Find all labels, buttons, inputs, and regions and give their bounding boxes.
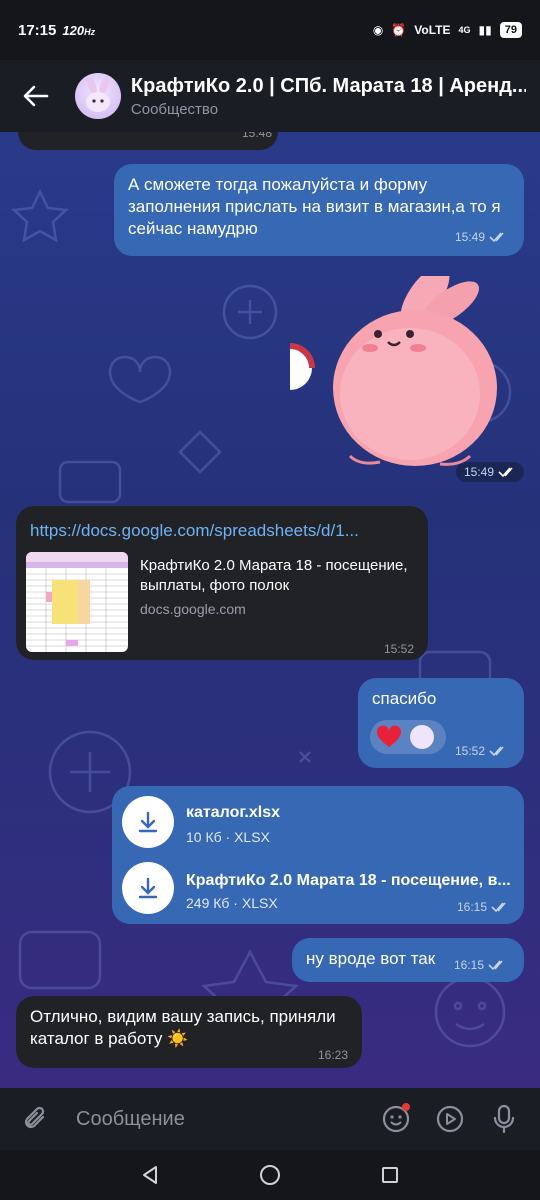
message-meta: 16:15 (454, 958, 506, 972)
message-time: 15:48 (242, 132, 273, 140)
message-meta: 15:52 (455, 744, 507, 758)
chat-subtitle: Сообщество (130, 100, 219, 118)
message-input[interactable]: Сообщение (76, 1108, 358, 1131)
message-text: А сможете тогда пожалуйста и форму запол… (128, 175, 501, 238)
nav-recents-icon[interactable] (380, 1165, 400, 1185)
message-time: 15:49 (455, 230, 486, 244)
message-text: спасибо (372, 689, 437, 708)
signal-icon: ▮▮ (478, 23, 492, 37)
back-arrow-icon[interactable] (14, 74, 57, 118)
hotspot-icon: ◉ (372, 23, 384, 37)
message-time: 16:15 (457, 900, 488, 914)
microphone-icon[interactable] (488, 1103, 520, 1135)
message-meta: 15:49 (456, 462, 525, 482)
reactor-avatar (410, 725, 434, 749)
heart-icon (376, 725, 402, 747)
download-icon[interactable] (122, 862, 174, 914)
message-time: 15:52 (455, 744, 486, 758)
message-time: 16:23 (318, 1048, 349, 1062)
refresh-rate: 120Hz (62, 22, 96, 38)
message-input-bar: Сообщение (0, 1088, 540, 1150)
message-link[interactable]: https://docs.google.com/spreadsheets/d/1… (30, 520, 410, 542)
status-bar: 17:15 120Hz ◉ ⏰ VoLTE 4G ▮▮ 79 (0, 0, 540, 60)
preview-title: КрафтиКо 2.0 Марата 18 - посещение, выпл… (140, 557, 408, 594)
status-time: 17:15 (18, 21, 57, 39)
avatar[interactable] (75, 73, 121, 119)
message-meta: 16:15 (457, 900, 509, 914)
message-text: ну вроде вот так (306, 949, 436, 968)
message-time: 15:52 (384, 642, 415, 656)
system-nav-bar (0, 1150, 540, 1200)
read-checks-icon (498, 467, 513, 478)
read-checks-icon (489, 746, 504, 757)
link-preview-bubble[interactable]: https://docs.google.com/spreadsheets/d/1… (16, 506, 428, 660)
message-time: 15:49 (464, 465, 495, 479)
notification-dot (402, 1103, 410, 1111)
file-size: 249 Кб · XLSX (186, 895, 278, 911)
file-name[interactable]: каталог.xlsx (186, 802, 280, 824)
chat-title[interactable]: КрафтиКо 2.0 | СПб. Марата 18 | Аренд... (131, 75, 526, 98)
read-checks-icon (489, 232, 504, 243)
spreadsheet-thumbnail[interactable] (26, 552, 128, 652)
download-icon[interactable] (122, 796, 174, 848)
message-text: Отлично, видим вашу запись, приняли ката… (30, 1007, 336, 1048)
gif-play-icon[interactable] (434, 1103, 466, 1135)
message-time: 16:15 (454, 958, 485, 972)
sticker-icon[interactable] (380, 1103, 412, 1135)
attach-icon[interactable] (20, 1103, 52, 1135)
chat-header: КрафтиКо 2.0 | СПб. Марата 18 | Аренд...… (0, 60, 540, 132)
network-label: VoLTE (414, 23, 451, 37)
file-size: 10 Кб · XLSX (186, 829, 270, 845)
alarm-icon: ⏰ (391, 23, 407, 37)
status-icons: ◉ ⏰ VoLTE 4G ▮▮ 79 (373, 22, 522, 38)
message-meta: 15:49 (455, 230, 507, 244)
file-name[interactable]: КрафтиКо 2.0 Марата 18 - посещение, в... (186, 870, 514, 892)
chat-area[interactable]: 15:48 А сможете тогда пожалуйста и форму… (0, 132, 540, 1088)
preview-site: docs.google.com (140, 601, 246, 617)
battery-badge: 79 (499, 22, 522, 38)
nav-home-icon[interactable] (259, 1164, 281, 1186)
reaction-chip[interactable] (370, 720, 446, 754)
cell-label: 4G (458, 25, 471, 35)
sticker-bunny[interactable] (289, 265, 510, 476)
nav-back-icon[interactable] (140, 1165, 160, 1185)
read-checks-icon (491, 902, 506, 913)
message-bubble-incoming[interactable]: Отлично, видим вашу запись, приняли ката… (16, 996, 362, 1068)
message-bubble-incoming[interactable] (18, 132, 278, 150)
read-checks-icon (488, 960, 503, 971)
